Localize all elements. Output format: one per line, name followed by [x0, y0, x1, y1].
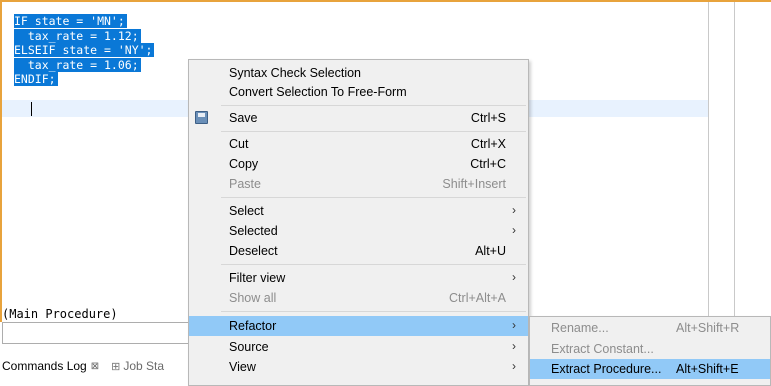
editor-top-border	[0, 0, 771, 2]
menu-item-show-all[interactable]: Show all Ctrl+Alt+A	[189, 288, 528, 308]
menu-item-save[interactable]: Save Ctrl+S	[189, 108, 528, 128]
save-icon	[195, 111, 208, 124]
chevron-right-icon: ›	[512, 203, 516, 217]
tab-label: Job Sta	[123, 359, 165, 373]
close-icon[interactable]: ⊠	[91, 361, 99, 372]
code-line[interactable]: tax_rate = 1.06;	[14, 57, 154, 73]
chevron-right-icon: ›	[512, 318, 516, 332]
code-line[interactable]: ENDIF;	[14, 72, 154, 87]
menu-separator	[221, 105, 526, 106]
bottom-tab-row: Commands Log ⊠ ⊞ Job Sta	[0, 351, 168, 381]
menu-item-copy[interactable]: Copy Ctrl+C	[189, 154, 528, 174]
chevron-right-icon: ›	[512, 270, 516, 284]
menu-item-syntax-check[interactable]: Syntax Check Selection	[189, 63, 528, 83]
menu-item-convert-free-form[interactable]: Convert Selection To Free-Form	[189, 82, 528, 102]
code-text[interactable]: IF state = 'MN'; tax_rate = 1.12; ELSEIF…	[14, 14, 155, 87]
code-line[interactable]: tax_rate = 1.12;	[14, 28, 154, 44]
menu-item-select[interactable]: Select ›	[189, 201, 528, 221]
submenu-item-extract-constant[interactable]: Extract Constant...	[530, 339, 770, 359]
code-line[interactable]: IF state = 'MN';	[14, 14, 154, 29]
editor-ruler	[708, 2, 709, 322]
menu-item-paste[interactable]: Paste Shift+Insert	[189, 174, 528, 194]
refactor-submenu: Rename... Alt+Shift+R Extract Constant..…	[529, 316, 771, 386]
submenu-item-extract-procedure[interactable]: Extract Procedure... Alt+Shift+E	[530, 359, 770, 379]
menu-separator	[221, 131, 526, 132]
overview-ruler[interactable]	[734, 2, 735, 322]
menu-item-cut[interactable]: Cut Ctrl+X	[189, 134, 528, 154]
menu-item-source[interactable]: Source ›	[189, 337, 528, 357]
editor-left-border	[0, 0, 2, 322]
context-menu: Syntax Check Selection Convert Selection…	[188, 59, 529, 386]
code-line[interactable]: ELSEIF state = 'NY';	[14, 43, 155, 58]
tab-commands-log[interactable]: Commands Log ⊠	[0, 354, 103, 378]
menu-item-selected[interactable]: Selected ›	[189, 221, 528, 241]
tab-label: Commands Log	[2, 359, 87, 373]
menu-item-refactor[interactable]: Refactor ›	[189, 316, 528, 336]
submenu-item-rename[interactable]: Rename... Alt+Shift+R	[530, 318, 770, 338]
menu-item-filter-view[interactable]: Filter view ›	[189, 268, 528, 288]
menu-item-view[interactable]: View ›	[189, 357, 528, 377]
menu-separator	[221, 197, 526, 198]
main-procedure-label: (Main Procedure)	[2, 307, 118, 321]
procedure-combo[interactable]	[2, 322, 200, 344]
tab-job-status[interactable]: ⊞ Job Sta	[103, 354, 168, 378]
menu-item-deselect[interactable]: Deselect Alt+U	[189, 241, 528, 261]
menu-separator	[221, 311, 526, 312]
chevron-right-icon: ›	[512, 339, 516, 353]
text-caret	[31, 102, 32, 116]
chevron-right-icon: ›	[512, 359, 516, 373]
chevron-right-icon: ›	[512, 223, 516, 237]
menu-separator	[221, 264, 526, 265]
job-status-icon: ⊞	[111, 360, 121, 373]
